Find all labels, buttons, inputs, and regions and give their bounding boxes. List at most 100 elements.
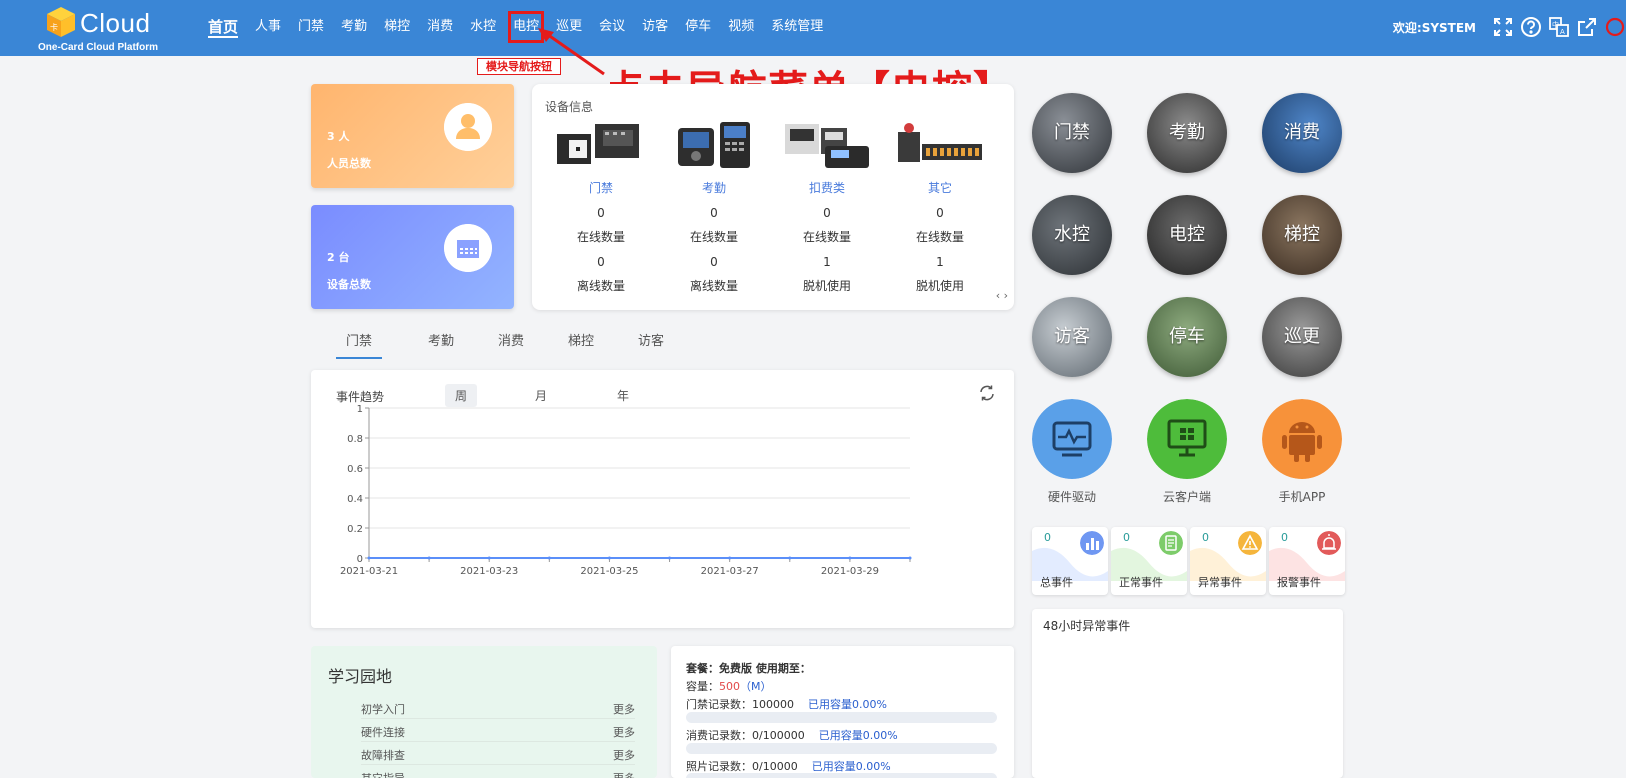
- app-cloud-client[interactable]: 云客户端: [1147, 399, 1227, 505]
- module-parking[interactable]: 停车: [1147, 297, 1227, 377]
- alarm-events-tile[interactable]: 0 报警事件: [1269, 527, 1345, 595]
- y-tick-label: 0.6: [347, 464, 363, 475]
- x-tick-label: 2021-03-21: [340, 566, 398, 577]
- list-item-title[interactable]: 初学入门: [361, 701, 405, 717]
- event-count: 0: [1202, 531, 1209, 544]
- more-link[interactable]: 更多: [613, 770, 635, 778]
- device-col-attendance: 考勤 0 在线数量 0 离线数量: [664, 120, 764, 294]
- event-count: 0: [1281, 531, 1288, 544]
- nav-personnel[interactable]: 人事: [255, 16, 281, 38]
- tab-visitor[interactable]: 访客: [616, 330, 686, 359]
- alarm-icon: [1317, 531, 1341, 555]
- cloud-client-icon: [1147, 399, 1227, 479]
- data-point: [908, 556, 912, 560]
- y-tick-label: 0.8: [347, 434, 363, 445]
- capacity-unit: （M）: [740, 680, 772, 693]
- capacity-value: 500: [719, 680, 740, 693]
- app-hardware-driver[interactable]: 硬件驱动: [1032, 399, 1112, 505]
- tab-attendance[interactable]: 考勤: [406, 330, 476, 359]
- list-item[interactable]: 硬件连接 更多: [361, 719, 635, 742]
- refresh-icon[interactable]: [978, 384, 996, 402]
- period-week[interactable]: 周: [445, 384, 478, 407]
- online-count: 0: [597, 206, 605, 220]
- more-link[interactable]: 更多: [613, 724, 635, 740]
- nav-water-control[interactable]: 水控: [470, 16, 496, 38]
- x-tick-label: 2021-03-27: [701, 566, 759, 577]
- nav-access[interactable]: 门禁: [298, 16, 324, 38]
- device-col-billing: 扣费类 0 在线数量 1 脱机使用: [777, 120, 877, 294]
- list-item-title[interactable]: 硬件连接: [361, 724, 405, 740]
- chart-title: 事件趋势: [336, 390, 385, 404]
- list-item[interactable]: 初学入门 更多: [361, 696, 635, 719]
- y-tick-label: 0.4: [347, 494, 363, 505]
- module-label: 巡更: [1284, 326, 1320, 347]
- normal-events-tile[interactable]: 0 正常事件: [1111, 527, 1187, 595]
- more-link[interactable]: 更多: [613, 747, 635, 763]
- power-icon[interactable]: [1604, 16, 1626, 38]
- access-records-line: 门禁记录数：100000 已用容量0.00%: [686, 696, 887, 712]
- x-tick-label: 2021-03-25: [580, 566, 638, 577]
- more-link[interactable]: 更多: [613, 701, 635, 717]
- list-item-title[interactable]: 其它指导: [361, 770, 405, 778]
- nav-parking[interactable]: 停车: [685, 16, 711, 38]
- tab-access[interactable]: 门禁: [336, 330, 382, 359]
- capacity-prefix: 容量：: [686, 680, 719, 693]
- module-label: 门禁: [1054, 122, 1090, 143]
- nav-system-admin[interactable]: 系统管理: [771, 16, 823, 38]
- nav-home[interactable]: 首页: [208, 16, 239, 38]
- abnormal-events-tile[interactable]: 0 异常事件: [1190, 527, 1266, 595]
- device-icon: [444, 224, 492, 272]
- prev-arrow-icon[interactable]: ‹: [996, 289, 1000, 302]
- data-point: [788, 556, 792, 560]
- list-item-title[interactable]: 故障排查: [361, 747, 405, 763]
- list-item[interactable]: 其它指导 更多: [361, 765, 635, 778]
- access-records-count: 门禁记录数：100000: [686, 698, 794, 711]
- device-type-name[interactable]: 考勤: [664, 179, 764, 196]
- study-garden-card: 学习园地 初学入门 更多 硬件连接 更多 故障排查 更多 其它指导 更多: [311, 646, 657, 778]
- module-label: 考勤: [1169, 122, 1205, 143]
- module-attendance[interactable]: 考勤: [1147, 93, 1227, 173]
- tab-elevator[interactable]: 梯控: [546, 330, 616, 359]
- logo[interactable]: 卡 Cloud One-Card Cloud Platform: [38, 4, 188, 54]
- people-total-value: 3 人: [327, 130, 350, 143]
- module-label: 访客: [1054, 326, 1090, 347]
- period-month[interactable]: 月: [525, 384, 557, 407]
- consume-records-count: 消费记录数：0/100000: [686, 729, 805, 742]
- module-power-control[interactable]: 电控: [1147, 195, 1227, 275]
- nav-attendance[interactable]: 考勤: [341, 16, 367, 38]
- offline-count: 0: [597, 255, 605, 269]
- device-info-title: 设备信息: [545, 100, 594, 114]
- event-label: 总事件: [1040, 576, 1073, 589]
- offline-label: 离线数量: [689, 279, 738, 293]
- total-events-tile[interactable]: 0 总事件: [1032, 527, 1108, 595]
- nav-visitor[interactable]: 访客: [642, 16, 668, 38]
- device-col-other: 其它 0 在线数量 1 脱机使用: [890, 120, 990, 294]
- next-arrow-icon[interactable]: ›: [1004, 289, 1008, 302]
- module-consumption[interactable]: 消费: [1262, 93, 1342, 173]
- event-label: 报警事件: [1277, 576, 1321, 589]
- data-point: [367, 556, 371, 560]
- nav-video[interactable]: 视频: [728, 16, 754, 38]
- tab-consumption[interactable]: 消费: [476, 330, 546, 359]
- module-visitor[interactable]: 访客: [1032, 297, 1112, 377]
- module-patrol[interactable]: 巡更: [1262, 297, 1342, 377]
- people-total-label: 人员总数: [327, 157, 371, 170]
- module-elevator[interactable]: 梯控: [1262, 195, 1342, 275]
- help-icon[interactable]: [1520, 16, 1542, 38]
- module-water-control[interactable]: 水控: [1032, 195, 1112, 275]
- language-icon[interactable]: 中 A: [1548, 16, 1570, 38]
- device-type-name[interactable]: 门禁: [551, 179, 651, 196]
- app-mobile[interactable]: 手机APP: [1262, 399, 1342, 505]
- module-access[interactable]: 门禁: [1032, 93, 1112, 173]
- attendance-device-image: [678, 122, 750, 168]
- nav-elevator[interactable]: 梯控: [384, 16, 410, 38]
- device-type-name[interactable]: 扣费类: [777, 179, 877, 196]
- device-type-name[interactable]: 其它: [890, 179, 990, 196]
- logout-icon[interactable]: [1576, 16, 1598, 38]
- nav-consumption[interactable]: 消费: [427, 16, 453, 38]
- list-item[interactable]: 故障排查 更多: [361, 742, 635, 765]
- online-count: 0: [823, 206, 831, 220]
- period-year[interactable]: 年: [607, 384, 639, 407]
- fullscreen-icon[interactable]: [1492, 16, 1514, 38]
- svg-text:A: A: [1560, 28, 1565, 36]
